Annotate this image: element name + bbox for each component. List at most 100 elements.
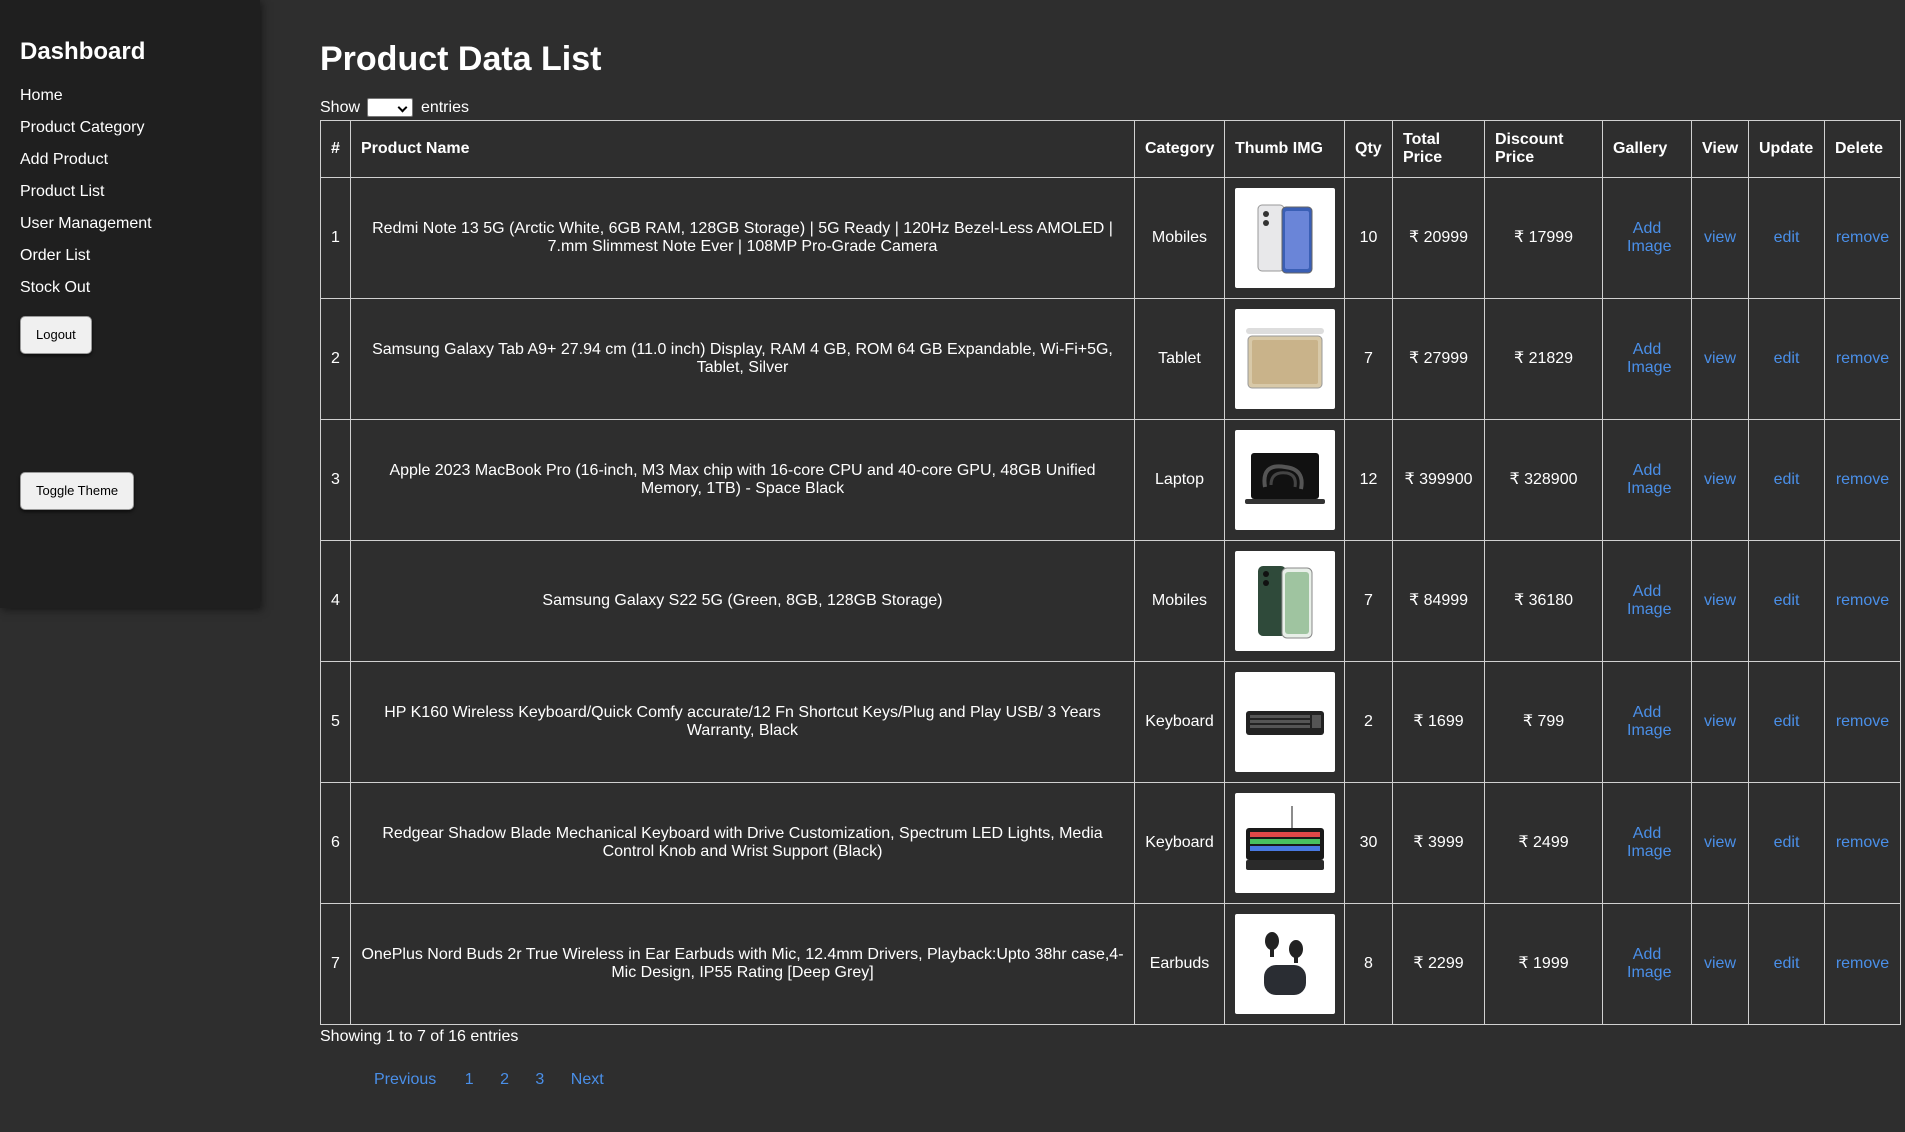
row-number: 5: [320, 661, 351, 783]
column-header-delete[interactable]: Delete: [1824, 120, 1901, 178]
table-row: 6 Redgear Shadow Blade Mechanical Keyboar…: [320, 782, 1901, 904]
add-image-link[interactable]: Add Image: [1627, 825, 1671, 861]
column-header-product-name[interactable]: Product Name: [350, 120, 1135, 178]
row-number: 7: [320, 903, 351, 1025]
add-image-link[interactable]: Add Image: [1627, 341, 1671, 377]
view-link[interactable]: view: [1704, 713, 1736, 730]
view-link[interactable]: view: [1704, 592, 1736, 609]
edit-link[interactable]: edit: [1774, 471, 1800, 488]
view-cell: view: [1691, 177, 1749, 299]
edit-link[interactable]: edit: [1774, 229, 1800, 246]
view-link[interactable]: view: [1704, 229, 1736, 246]
rgb-keyboard-image[interactable]: [1235, 793, 1335, 893]
column-header-total-price[interactable]: Total Price: [1392, 120, 1485, 178]
gallery-cell: Add Image: [1602, 661, 1692, 783]
add-image-link[interactable]: Add Image: [1627, 583, 1671, 619]
product-qty: 30: [1344, 782, 1393, 904]
table-row: 2 Samsung Galaxy Tab A9+ 27.94 cm (11.0 i…: [320, 298, 1901, 420]
entries-select[interactable]: [367, 98, 414, 118]
view-link[interactable]: view: [1704, 350, 1736, 367]
discount-price: ₹ 21829: [1484, 298, 1603, 420]
table-row: 3 Apple 2023 MacBook Pro (16-inch, M3 Max…: [320, 419, 1901, 541]
product-category: Mobiles: [1134, 540, 1225, 662]
pagination-page-2[interactable]: 2: [500, 1071, 509, 1088]
product-qty: 2: [1344, 661, 1393, 783]
update-cell: edit: [1748, 903, 1825, 1025]
view-link[interactable]: view: [1704, 955, 1736, 972]
laptop-image[interactable]: [1235, 430, 1335, 530]
column-header-gallery[interactable]: Gallery: [1602, 120, 1692, 178]
phone-green-image[interactable]: [1235, 551, 1335, 651]
phone-white-image[interactable]: [1235, 188, 1335, 288]
pagination-next[interactable]: Next: [571, 1071, 604, 1088]
remove-link[interactable]: remove: [1836, 955, 1889, 972]
page-title: Product Data List: [320, 40, 602, 78]
toggle-theme-button[interactable]: Toggle Theme: [20, 472, 135, 510]
column-header-discount-price[interactable]: Discount Price: [1484, 120, 1603, 178]
sidebar-item-add-product[interactable]: Add Product: [20, 150, 260, 170]
keyboard-image[interactable]: [1235, 672, 1335, 772]
update-cell: edit: [1748, 661, 1825, 783]
earbuds-image[interactable]: [1235, 914, 1335, 1014]
column-header-num[interactable]: #: [320, 120, 351, 178]
table-info: Showing 1 to 7 of 16 entries: [320, 1028, 519, 1045]
edit-link[interactable]: edit: [1774, 713, 1800, 730]
add-image-link[interactable]: Add Image: [1627, 704, 1671, 740]
delete-cell: remove: [1824, 782, 1901, 904]
remove-link[interactable]: remove: [1836, 713, 1889, 730]
remove-link[interactable]: remove: [1836, 229, 1889, 246]
remove-link[interactable]: remove: [1836, 471, 1889, 488]
product-qty: 10: [1344, 177, 1393, 299]
remove-link[interactable]: remove: [1836, 592, 1889, 609]
add-image-link[interactable]: Add Image: [1627, 946, 1671, 982]
column-header-update[interactable]: Update: [1748, 120, 1825, 178]
product-category: Mobiles: [1134, 177, 1225, 299]
edit-link[interactable]: edit: [1774, 834, 1800, 851]
table-row: 5 HP K160 Wireless Keyboard/Quick Comfy a…: [320, 661, 1901, 783]
sidebar-item-product-category[interactable]: Product Category: [20, 118, 260, 138]
thumb-cell: [1224, 540, 1345, 662]
remove-link[interactable]: remove: [1836, 350, 1889, 367]
sidebar-item-home[interactable]: Home: [20, 86, 260, 106]
update-cell: edit: [1748, 298, 1825, 420]
add-image-link[interactable]: Add Image: [1627, 220, 1671, 256]
table-header-row: # Product Name Category Thumb IMG Qty To…: [320, 120, 1901, 178]
sidebar-nav: Home Product Category Add Product Produc…: [20, 86, 260, 298]
product-qty: 12: [1344, 419, 1393, 541]
gallery-cell: Add Image: [1602, 419, 1692, 541]
remove-link[interactable]: remove: [1836, 834, 1889, 851]
product-qty: 7: [1344, 298, 1393, 420]
row-number: 3: [320, 419, 351, 541]
pagination-page-3[interactable]: 3: [535, 1071, 544, 1088]
logout-button[interactable]: Logout: [20, 316, 92, 354]
table-body: 1 Redmi Note 13 5G (Arctic White, 6GB RAM…: [320, 177, 1901, 1025]
total-price: ₹ 3999: [1392, 782, 1485, 904]
view-cell: view: [1691, 298, 1749, 420]
pagination-page-1[interactable]: 1: [465, 1071, 474, 1088]
thumb-cell: [1224, 782, 1345, 904]
sidebar-item-order-list[interactable]: Order List: [20, 246, 260, 266]
column-header-qty[interactable]: Qty: [1344, 120, 1393, 178]
add-image-link[interactable]: Add Image: [1627, 462, 1671, 498]
total-price: ₹ 84999: [1392, 540, 1485, 662]
edit-link[interactable]: edit: [1774, 350, 1800, 367]
view-link[interactable]: view: [1704, 834, 1736, 851]
delete-cell: remove: [1824, 419, 1901, 541]
update-cell: edit: [1748, 782, 1825, 904]
row-number: 4: [320, 540, 351, 662]
sidebar-item-user-management[interactable]: User Management: [20, 214, 260, 234]
sidebar-item-product-list[interactable]: Product List: [20, 182, 260, 202]
tablet-image[interactable]: [1235, 309, 1335, 409]
edit-link[interactable]: edit: [1774, 592, 1800, 609]
column-header-view[interactable]: View: [1691, 120, 1749, 178]
column-header-category[interactable]: Category: [1134, 120, 1225, 178]
edit-link[interactable]: edit: [1774, 955, 1800, 972]
product-name: HP K160 Wireless Keyboard/Quick Comfy ac…: [350, 661, 1135, 783]
view-cell: view: [1691, 419, 1749, 541]
view-cell: view: [1691, 782, 1749, 904]
sidebar-item-stock-out[interactable]: Stock Out: [20, 278, 260, 298]
column-header-thumb[interactable]: Thumb IMG: [1224, 120, 1345, 178]
view-link[interactable]: view: [1704, 471, 1736, 488]
product-name: Redmi Note 13 5G (Arctic White, 6GB RAM,…: [350, 177, 1135, 299]
pagination-previous[interactable]: Previous: [374, 1071, 436, 1088]
